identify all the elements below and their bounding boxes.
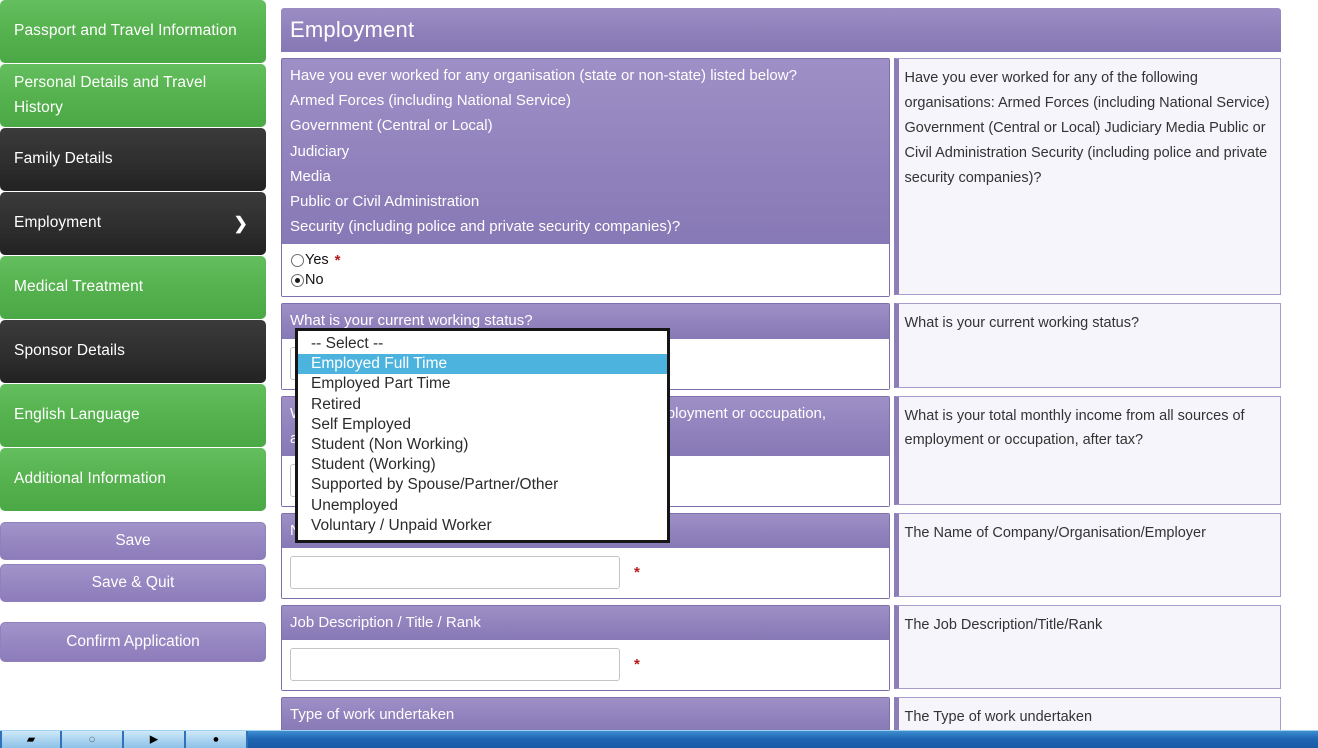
question-label-line: Job Description / Title / Rank (290, 614, 481, 632)
help-panel-current-working-status: What is your current working status? (893, 303, 1281, 389)
browser-icon: ● (212, 733, 220, 745)
question-label-line: Security (including police and private s… (290, 218, 681, 236)
radio-button-yes[interactable] (291, 253, 304, 267)
taskbar-item-browser[interactable]: ● (186, 731, 248, 748)
sidebar-item-label: Additional Information (14, 470, 167, 488)
chevron-right-icon: ❯ (233, 213, 248, 233)
dropdown-option-voluntary-unpaid-worker[interactable]: Voluntary / Unpaid Worker (298, 516, 667, 536)
sidebar-item-passport-and-travel-information[interactable]: Passport and Travel Information (0, 0, 266, 63)
radio-label-yes: Yes (305, 252, 329, 269)
media-player-icon: ▶ (149, 733, 159, 745)
question-label-line: Media (290, 167, 331, 185)
question-label-line: Type of work undertaken (290, 706, 455, 724)
sidebar-item-english-language[interactable]: English Language (0, 384, 266, 447)
dropdown-option-select[interactable]: -- Select -- (298, 334, 667, 354)
windows-taskbar[interactable]: ▰ ◌ ▶ ● (0, 730, 1318, 748)
sidebar-item-label: Passport and Travel Information (14, 22, 237, 40)
sidebar-item-label: Personal Details and Travel History (14, 74, 207, 116)
sidebar-item-employment[interactable]: Employment ❯ (0, 192, 266, 255)
radio-option-no[interactable]: No (291, 270, 881, 290)
question-label-line: Judiciary (290, 142, 350, 160)
sidebar-item-sponsor-details[interactable]: Sponsor Details (0, 320, 266, 383)
taskbar-item-internet-explorer[interactable]: ◌ (62, 731, 124, 748)
sidebar-item-label: Family Details (14, 150, 113, 168)
dropdown-option-student-working[interactable]: Student (Working) (298, 455, 667, 475)
radio-button-no[interactable] (291, 273, 304, 287)
taskbar-item-media-player[interactable]: ▶ (124, 731, 186, 748)
radio-label-no: No (305, 272, 324, 289)
dropdown-option-self-employed[interactable]: Self Employed (298, 415, 667, 435)
sidebar-item-family-details[interactable]: Family Details (0, 128, 266, 191)
sidebar-item-label: Employment (14, 214, 102, 232)
required-indicator: * (634, 564, 640, 582)
dropdown-option-employed-part-time[interactable]: Employed Part Time (298, 374, 667, 394)
question-label: Have you ever worked for any organisatio… (282, 59, 889, 245)
dropdown-option-employed-full-time[interactable]: Employed Full Time (298, 354, 667, 375)
sidebar-item-personal-details-and-travel-history[interactable]: Personal Details and Travel History (0, 64, 266, 127)
help-panel-job-description: The Job Description/Title/Rank (893, 605, 1281, 690)
taskbar-empty-area[interactable] (248, 731, 1318, 748)
working-status-dropdown-list[interactable]: -- Select -- Employed Full Time Employed… (295, 328, 670, 543)
question-body: * (282, 548, 889, 599)
sidebar-item-label: Sponsor Details (14, 342, 125, 360)
help-panel-total-monthly-income: What is your total monthly income from a… (893, 395, 1281, 505)
dropdown-option-student-non-working[interactable]: Student (Non Working) (298, 435, 667, 455)
help-panel-worked-for-organisation: Have you ever worked for any of the foll… (893, 58, 1281, 295)
sidebar-navigation: Passport and Travel Information Personal… (0, 0, 266, 730)
help-panel-company-name: The Name of Company/Organisation/Employe… (893, 512, 1281, 597)
taskbar-item-show-desktop[interactable]: ▰ (0, 731, 62, 748)
sidebar-item-label: Medical Treatment (14, 278, 144, 296)
save-button[interactable]: Save (0, 522, 266, 560)
required-indicator: * (334, 251, 341, 269)
form-row-worked-for-organisation: Have you ever worked for any organisatio… (281, 58, 1281, 298)
application-window: Passport and Travel Information Personal… (0, 0, 1318, 748)
dropdown-option-unemployed[interactable]: Unemployed (298, 496, 667, 516)
question-label-line: Government (Central or Local) (290, 117, 493, 135)
question-column: Job Description / Title / Rank * (281, 605, 890, 692)
sidebar-item-label: English Language (14, 406, 140, 424)
question-label-line: Public or Civil Administration (290, 192, 480, 210)
question-body: Yes * No (282, 244, 889, 297)
job-description-input[interactable] (290, 648, 620, 682)
page-title: Employment (281, 8, 1281, 52)
required-indicator: * (634, 656, 640, 674)
question-body: * (282, 640, 889, 691)
internet-explorer-icon: ◌ (88, 733, 96, 745)
dropdown-option-retired[interactable]: Retired (298, 395, 667, 415)
question-label: Job Description / Title / Rank (282, 606, 889, 641)
show-desktop-icon: ▰ (26, 733, 36, 745)
dropdown-option-supported-by-spouse-partner-other[interactable]: Supported by Spouse/Partner/Other (298, 475, 667, 495)
question-label-line: Have you ever worked for any organisatio… (290, 67, 797, 84)
question-column: Have you ever worked for any organisatio… (281, 58, 890, 298)
form-row-job-description: Job Description / Title / Rank * The Job… (281, 605, 1281, 692)
question-label-line: Armed Forces (including National Service… (290, 92, 571, 110)
sidebar-item-additional-information[interactable]: Additional Information (0, 448, 266, 511)
save-and-quit-button[interactable]: Save & Quit (0, 564, 266, 602)
confirm-application-button[interactable]: Confirm Application (0, 622, 266, 662)
radio-option-yes[interactable]: Yes * (291, 250, 881, 270)
sidebar-item-medical-treatment[interactable]: Medical Treatment (0, 256, 266, 319)
company-name-input[interactable] (290, 556, 620, 590)
radio-group-worked-for-organisation: Yes * No (290, 250, 881, 290)
question-label: Type of work undertaken (282, 698, 889, 733)
